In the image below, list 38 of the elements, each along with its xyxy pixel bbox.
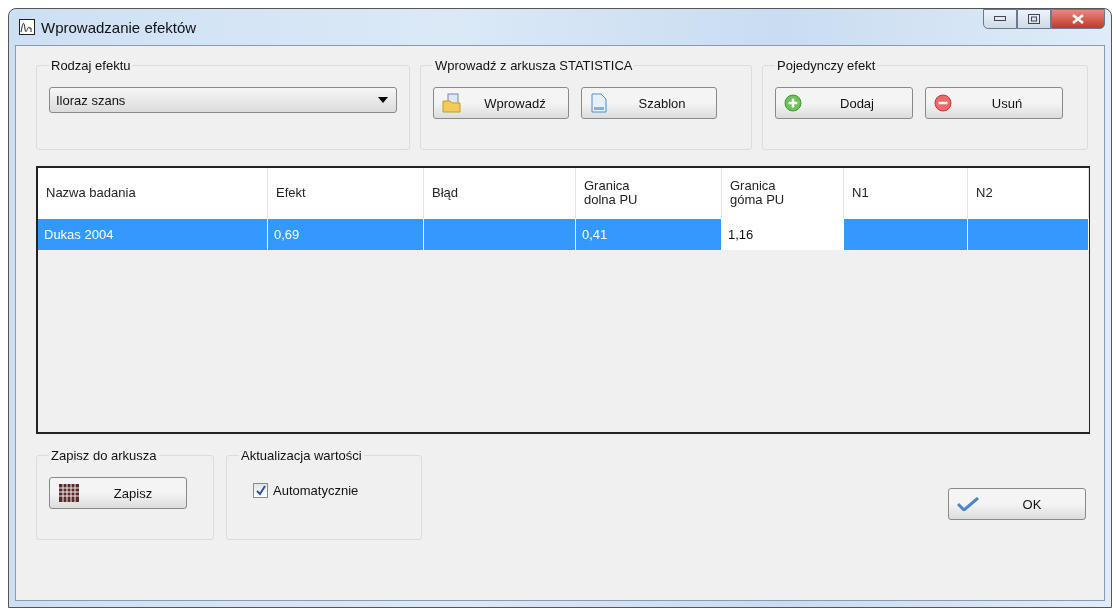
folder-icon xyxy=(442,93,462,113)
checkbox[interactable] xyxy=(253,483,268,498)
minimize-icon xyxy=(994,16,1006,22)
toolbar-button[interactable]: Dodaj xyxy=(775,87,913,119)
chart-icon xyxy=(19,19,35,35)
grid-icon xyxy=(58,483,80,503)
column-header[interactable]: N2 xyxy=(968,168,1089,218)
minimize-button[interactable] xyxy=(983,9,1017,29)
toolbar-button[interactable]: Usuń xyxy=(925,87,1063,119)
group-legend: Wprowadź z arkusza STATISTICA xyxy=(433,58,635,73)
close-icon xyxy=(1072,14,1084,24)
column-header[interactable]: Nazwa badania xyxy=(38,168,268,218)
checkbox-label: Automatycznie xyxy=(273,483,359,498)
minus-icon xyxy=(934,94,952,112)
column-header[interactable]: Efekt xyxy=(268,168,424,218)
document-icon xyxy=(590,93,608,113)
group-legend: Zapisz do arkusza xyxy=(49,448,159,463)
close-button[interactable] xyxy=(1051,9,1105,29)
checkmark-icon xyxy=(957,497,979,511)
table-cell: 0,69 xyxy=(268,218,424,250)
group-legend: Aktualizacja wartości xyxy=(239,448,364,463)
toolbar-button[interactable]: Wprowadź xyxy=(433,87,569,119)
maximize-button[interactable] xyxy=(1017,9,1051,29)
ok-button[interactable]: OK xyxy=(948,488,1086,520)
column-header[interactable]: Błąd xyxy=(424,168,576,218)
toolbar-button[interactable]: Szablon xyxy=(581,87,717,119)
group-legend: Rodzaj efektu xyxy=(49,58,133,73)
cell-editor[interactable]: 1,16 xyxy=(722,218,844,250)
plus-icon xyxy=(784,94,802,112)
maximize-icon xyxy=(1028,14,1040,24)
dropdown-arrow-icon xyxy=(378,97,388,103)
effect-dropdown[interactable]: Iloraz szans xyxy=(49,87,397,113)
window-title: Wprowadzanie efektów xyxy=(41,18,197,36)
column-header[interactable]: Granica dolna PU xyxy=(576,168,722,218)
column-header[interactable]: N1 xyxy=(844,168,968,218)
table-cell: Dukas 2004 xyxy=(38,218,268,250)
save-button[interactable]: Zapisz xyxy=(49,477,187,509)
group-legend: Pojedynczy efekt xyxy=(775,58,878,73)
